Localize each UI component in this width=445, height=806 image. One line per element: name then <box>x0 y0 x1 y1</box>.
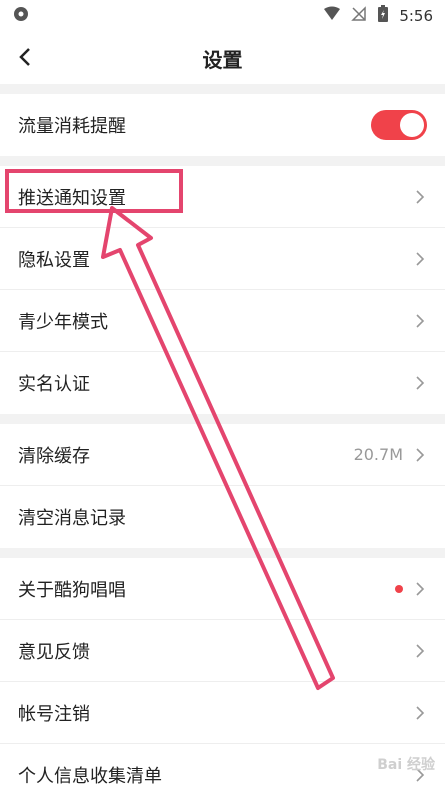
no-sim-icon <box>351 6 367 26</box>
chevron-right-icon <box>416 643 425 658</box>
watermark: Bai 经验 <box>377 757 435 773</box>
section-cache: 清除缓存 20.7M 清空消息记录 <box>0 424 445 548</box>
status-bar: 5:56 <box>0 0 445 32</box>
chevron-right-icon <box>416 376 425 390</box>
setting-row-push-notification[interactable]: 推送通知设置 <box>0 166 445 228</box>
section-gap <box>0 548 445 558</box>
chevron-right-icon <box>416 189 425 204</box>
setting-row-feedback[interactable]: 意见反馈 <box>0 620 445 682</box>
setting-label: 清空消息记录 <box>18 508 126 529</box>
section-traffic: 流量消耗提醒 <box>0 94 445 156</box>
red-dot-badge <box>395 584 403 593</box>
back-button[interactable] <box>10 42 40 72</box>
setting-right <box>395 581 427 596</box>
section-privacy: 推送通知设置 隐私设置 青少年模式 实名认证 <box>0 166 445 414</box>
setting-row-teen-mode[interactable]: 青少年模式 <box>0 290 445 352</box>
toggle-knob <box>400 113 424 137</box>
chevron-left-icon <box>19 48 30 66</box>
setting-row-traffic-reminder: 流量消耗提醒 <box>0 94 445 156</box>
chevron-right-icon <box>416 705 425 720</box>
setting-row-clear-messages[interactable]: 清空消息记录 <box>0 486 445 548</box>
setting-label: 意见反馈 <box>18 641 90 663</box>
chevron-right-icon <box>416 251 425 266</box>
setting-label: 清除缓存 <box>18 445 90 467</box>
app-status-icon <box>12 5 30 27</box>
setting-row-account-delete[interactable]: 帐号注销 <box>0 682 445 744</box>
chevron-right-icon <box>416 581 425 596</box>
section-gap <box>0 156 445 166</box>
signal-icon <box>323 6 341 26</box>
setting-row-about[interactable]: 关于酷狗唱唱 <box>0 558 445 620</box>
chevron-right-icon <box>416 313 425 328</box>
section-gap <box>0 414 445 424</box>
setting-right: 20.7M <box>354 445 427 464</box>
setting-row-clear-cache[interactable]: 清除缓存 20.7M <box>0 424 445 486</box>
setting-label: 个人信息收集清单 <box>18 766 162 787</box>
cache-size-value: 20.7M <box>353 445 403 464</box>
header: 设置 <box>0 32 445 84</box>
setting-label: 帐号注销 <box>18 703 90 725</box>
setting-label: 隐私设置 <box>18 249 90 271</box>
page-title: 设置 <box>202 47 243 72</box>
setting-label: 关于酷狗唱唱 <box>18 579 126 601</box>
setting-label: 青少年模式 <box>18 311 108 333</box>
setting-label: 实名认证 <box>18 374 90 395</box>
setting-label: 流量消耗提醒 <box>18 116 126 137</box>
chevron-right-icon <box>416 447 425 462</box>
status-time: 5:56 <box>399 7 433 25</box>
setting-row-real-name[interactable]: 实名认证 <box>0 352 445 414</box>
setting-row-privacy[interactable]: 隐私设置 <box>0 228 445 290</box>
battery-charging-icon <box>377 5 389 27</box>
section-gap <box>0 84 445 94</box>
setting-label: 推送通知设置 <box>18 187 126 209</box>
traffic-reminder-toggle[interactable] <box>371 110 427 140</box>
